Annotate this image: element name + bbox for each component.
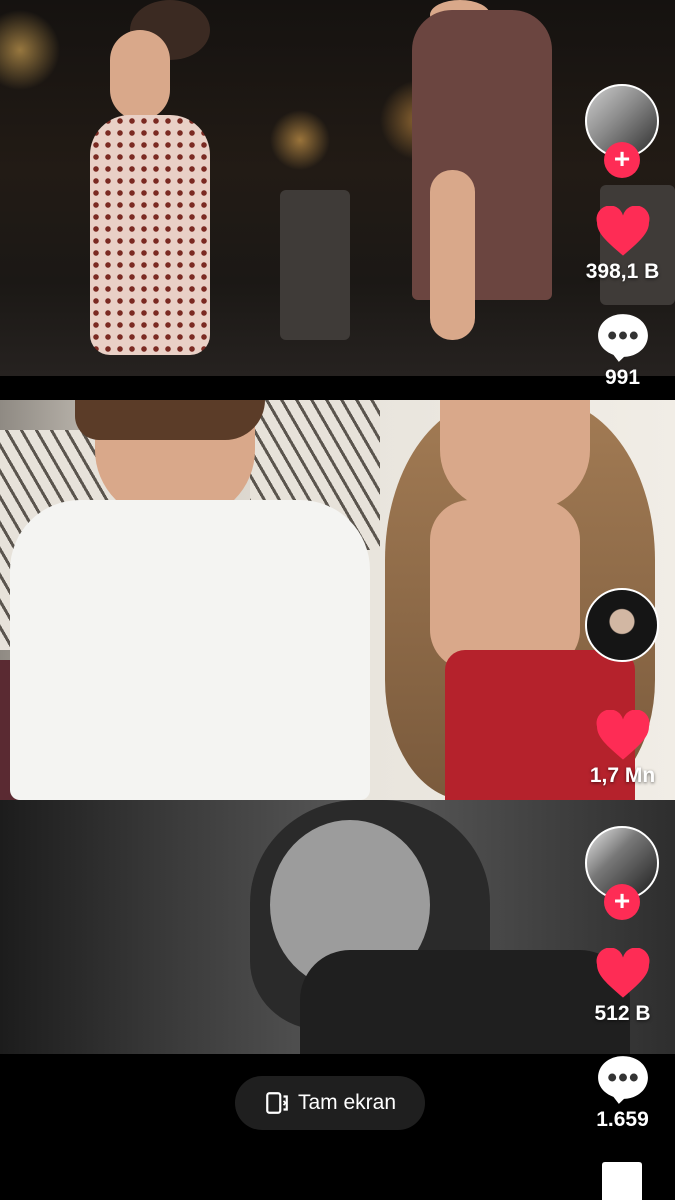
- like-count: 398,1 B: [585, 260, 660, 283]
- person-arm: [430, 170, 475, 340]
- fullscreen-label: Tam ekran: [297, 1091, 397, 1114]
- follow-plus-icon[interactable]: +: [604, 142, 640, 178]
- like-count: 512 B: [594, 1002, 651, 1025]
- comment-button-3[interactable]: 1.659: [570, 1054, 675, 1132]
- like-button-2[interactable]: 1,7 Mn: [570, 710, 675, 788]
- comment-button-1[interactable]: 991: [570, 312, 675, 390]
- heart-icon[interactable]: [594, 206, 652, 258]
- bookmark-icon[interactable]: [601, 1162, 643, 1200]
- fullscreen-icon: [266, 1092, 288, 1114]
- woman-chest: [430, 500, 580, 670]
- follow-plus-icon[interactable]: +: [604, 884, 640, 920]
- polka-dot-dress: [90, 115, 210, 355]
- white-tshirt: [10, 500, 370, 800]
- heart-icon[interactable]: [594, 948, 652, 1000]
- creator-avatar-3[interactable]: +: [584, 826, 660, 920]
- creator-avatar-2[interactable]: [584, 588, 660, 662]
- woman-face: [440, 400, 590, 510]
- comment-count: 1.659: [596, 1108, 649, 1131]
- like-count: 1,7 Mn: [589, 764, 656, 787]
- creator-avatar-1[interactable]: +: [584, 84, 660, 178]
- person-arm: [110, 30, 170, 120]
- avatar-woman[interactable]: [585, 588, 659, 662]
- comment-icon[interactable]: [596, 1054, 650, 1106]
- like-button-3[interactable]: 512 B: [570, 948, 675, 1026]
- chair-shape: [280, 190, 350, 340]
- man-hair: [75, 400, 265, 440]
- comment-count: 991: [604, 366, 641, 389]
- comment-icon[interactable]: [596, 312, 650, 364]
- heart-icon[interactable]: [594, 710, 652, 762]
- like-button-1[interactable]: 398,1 B: [570, 206, 675, 284]
- fullscreen-button[interactable]: Tam ekran: [235, 1076, 425, 1130]
